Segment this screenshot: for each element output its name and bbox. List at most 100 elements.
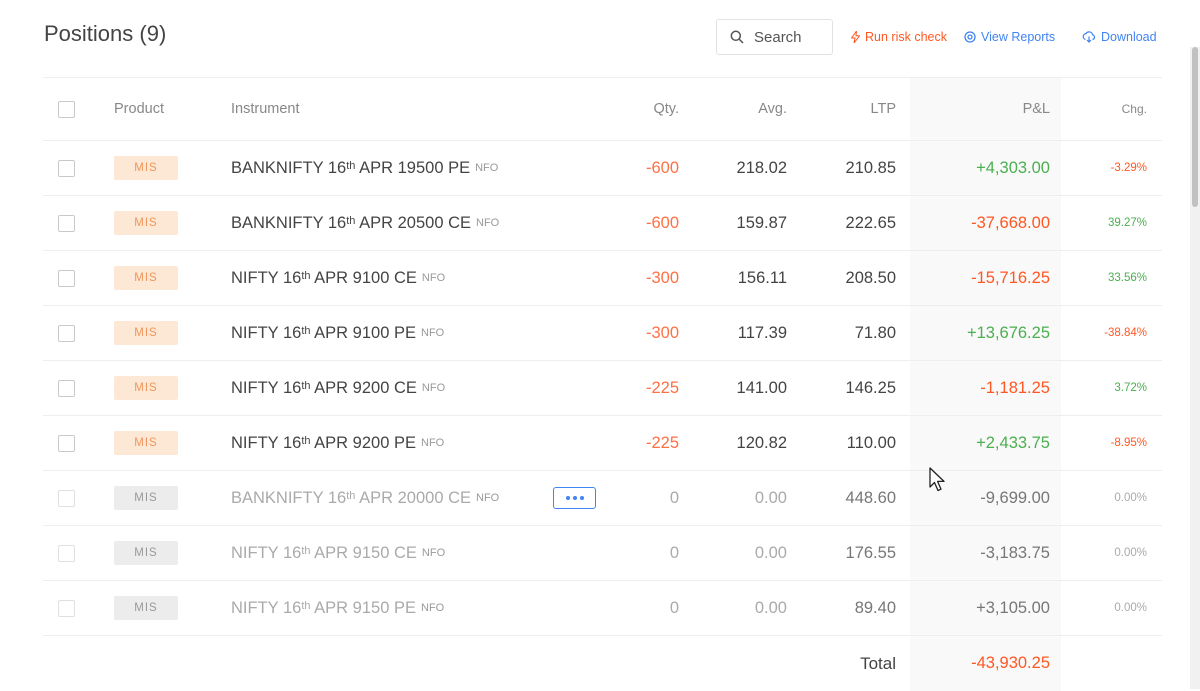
search-input[interactable] — [754, 28, 824, 46]
instrument-symbol: BANKNIFTY 16 — [231, 158, 347, 177]
qty-value: -225 — [645, 378, 679, 397]
more-options-button[interactable] — [553, 487, 596, 509]
column-header-qty[interactable]: Qty. — [653, 78, 679, 140]
avg-value: 159.87 — [736, 213, 787, 232]
pnl-value: -9,699.00 — [980, 488, 1050, 507]
qty-value: -300 — [645, 323, 679, 342]
instrument-date-suffix: th — [301, 545, 311, 557]
mouse-cursor-icon — [929, 467, 945, 492]
row-checkbox[interactable] — [58, 214, 75, 232]
instrument-contract: APR 20500 CE — [355, 213, 471, 232]
column-header-pnl[interactable]: P&L — [1023, 78, 1050, 140]
scrollbar-thumb[interactable] — [1192, 47, 1198, 207]
table-row[interactable]: MIS BANKNIFTY 16th APR 20500 CE NFO -600 159… — [43, 196, 1162, 251]
product-badge: MIS — [114, 211, 178, 235]
instrument-symbol: BANKNIFTY 16 — [231, 488, 347, 507]
run-risk-check-link[interactable]: Run risk check — [851, 30, 947, 44]
instrument-name[interactable]: BANKNIFTY 16th APR 20000 CE NFO — [231, 471, 499, 525]
table-row[interactable]: MIS NIFTY 16th APR 9200 CE NFO -225 141.00 14… — [43, 361, 1162, 416]
row-checkbox[interactable] — [58, 599, 75, 617]
instrument-date-suffix: th — [301, 380, 311, 392]
ltp-value: 222.65 — [845, 213, 896, 232]
product-badge: MIS — [114, 321, 178, 345]
search-box[interactable] — [716, 19, 833, 55]
run-risk-check-label: Run risk check — [865, 30, 947, 44]
pnl-value: -1,181.25 — [980, 378, 1050, 397]
instrument-name[interactable]: NIFTY 16th APR 9150 PE NFO — [231, 581, 444, 635]
row-checkbox[interactable] — [58, 269, 75, 287]
table-row[interactable]: MIS NIFTY 16th APR 9100 CE NFO -300 156.11 20… — [43, 251, 1162, 306]
instrument-contract: APR 9100 PE — [310, 323, 416, 342]
change-value: 39.27% — [1107, 217, 1147, 229]
change-value: 0.00% — [1114, 602, 1147, 614]
total-row: Total -43,930.25 — [43, 636, 1162, 691]
row-checkbox[interactable] — [58, 489, 75, 507]
exchange-label: NFO — [421, 327, 445, 339]
instrument-contract: APR 9200 PE — [310, 433, 416, 452]
instrument-name[interactable]: NIFTY 16th APR 9150 CE NFO — [231, 526, 445, 580]
instrument-contract: APR 9200 CE — [310, 378, 417, 397]
ltp-value: 71.80 — [854, 323, 896, 342]
instrument-symbol: NIFTY 16 — [231, 433, 302, 452]
reports-icon — [964, 31, 976, 43]
instrument-name[interactable]: BANKNIFTY 16th APR 20500 CE NFO — [231, 196, 499, 250]
instrument-name[interactable]: NIFTY 16th APR 9200 PE NFO — [231, 416, 444, 470]
column-header-product[interactable]: Product — [114, 78, 164, 140]
avg-value: 0.00 — [754, 488, 787, 507]
download-link[interactable]: Download — [1082, 30, 1157, 44]
vertical-scrollbar[interactable] — [1190, 47, 1200, 689]
column-header-ltp[interactable]: LTP — [870, 78, 896, 140]
ltp-value: 146.25 — [845, 378, 896, 397]
instrument-date-suffix: th — [301, 435, 311, 447]
bolt-icon — [851, 31, 860, 43]
ltp-value: 448.60 — [845, 488, 896, 507]
instrument-contract: APR 19500 PE — [355, 158, 471, 177]
product-badge: MIS — [114, 541, 178, 565]
exchange-label: NFO — [421, 382, 446, 394]
instrument-symbol: NIFTY 16 — [231, 543, 302, 562]
instrument-name[interactable]: BANKNIFTY 16th APR 19500 PE NFO — [231, 141, 498, 195]
select-all-checkbox[interactable] — [58, 100, 75, 118]
column-header-avg[interactable]: Avg. — [758, 78, 787, 140]
pnl-value: -3,183.75 — [980, 543, 1050, 562]
column-header-instrument[interactable]: Instrument — [231, 78, 300, 140]
change-value: -3.29% — [1110, 162, 1147, 174]
row-checkbox[interactable] — [58, 434, 75, 452]
instrument-name[interactable]: NIFTY 16th APR 9100 PE NFO — [231, 306, 444, 360]
table-row[interactable]: MIS BANKNIFTY 16th APR 20000 CE NFO 0 0.00 44… — [43, 471, 1162, 526]
table-row[interactable]: MIS NIFTY 16th APR 9150 CE NFO 0 0.00 176.55 -… — [43, 526, 1162, 581]
ltp-value: 210.85 — [845, 158, 896, 177]
product-badge: MIS — [114, 431, 178, 455]
row-checkbox[interactable] — [58, 544, 75, 562]
table-row[interactable]: MIS BANKNIFTY 16th APR 19500 PE NFO -600 218… — [43, 141, 1162, 196]
view-reports-link[interactable]: View Reports — [964, 30, 1055, 44]
pnl-value: -37,668.00 — [971, 213, 1050, 232]
instrument-name[interactable]: NIFTY 16th APR 9200 CE NFO — [231, 361, 445, 415]
instrument-date-suffix: th — [346, 215, 356, 227]
table-row[interactable]: MIS NIFTY 16th APR 9150 PE NFO 0 0.00 89.40 +3… — [43, 581, 1162, 636]
exchange-label: NFO — [476, 492, 500, 504]
row-checkbox[interactable] — [58, 159, 75, 177]
column-header-chg[interactable]: Chg. — [1122, 78, 1147, 140]
page-title: Positions (9) — [44, 21, 167, 46]
instrument-name[interactable]: NIFTY 16th APR 9100 CE NFO — [231, 251, 445, 305]
table-row[interactable]: MIS NIFTY 16th APR 9100 PE NFO -300 117.39 71… — [43, 306, 1162, 361]
exchange-label: NFO — [421, 437, 445, 449]
instrument-symbol: BANKNIFTY 16 — [231, 213, 347, 232]
qty-value: 0 — [669, 598, 679, 617]
change-value: 0.00% — [1114, 547, 1147, 559]
product-badge: MIS — [114, 156, 178, 180]
product-badge: MIS — [114, 266, 178, 290]
exchange-label: NFO — [475, 162, 499, 174]
qty-value: -600 — [645, 213, 679, 232]
row-checkbox[interactable] — [58, 379, 75, 397]
row-checkbox[interactable] — [58, 324, 75, 342]
pnl-value: +13,676.25 — [966, 323, 1050, 342]
qty-value: -300 — [645, 268, 679, 287]
avg-value: 141.00 — [736, 378, 787, 397]
product-badge: MIS — [114, 486, 178, 510]
change-value: 33.56% — [1107, 272, 1147, 284]
exchange-label: NFO — [421, 602, 445, 614]
product-badge: MIS — [114, 596, 178, 620]
table-row[interactable]: MIS NIFTY 16th APR 9200 PE NFO -225 120.82 11… — [43, 416, 1162, 471]
